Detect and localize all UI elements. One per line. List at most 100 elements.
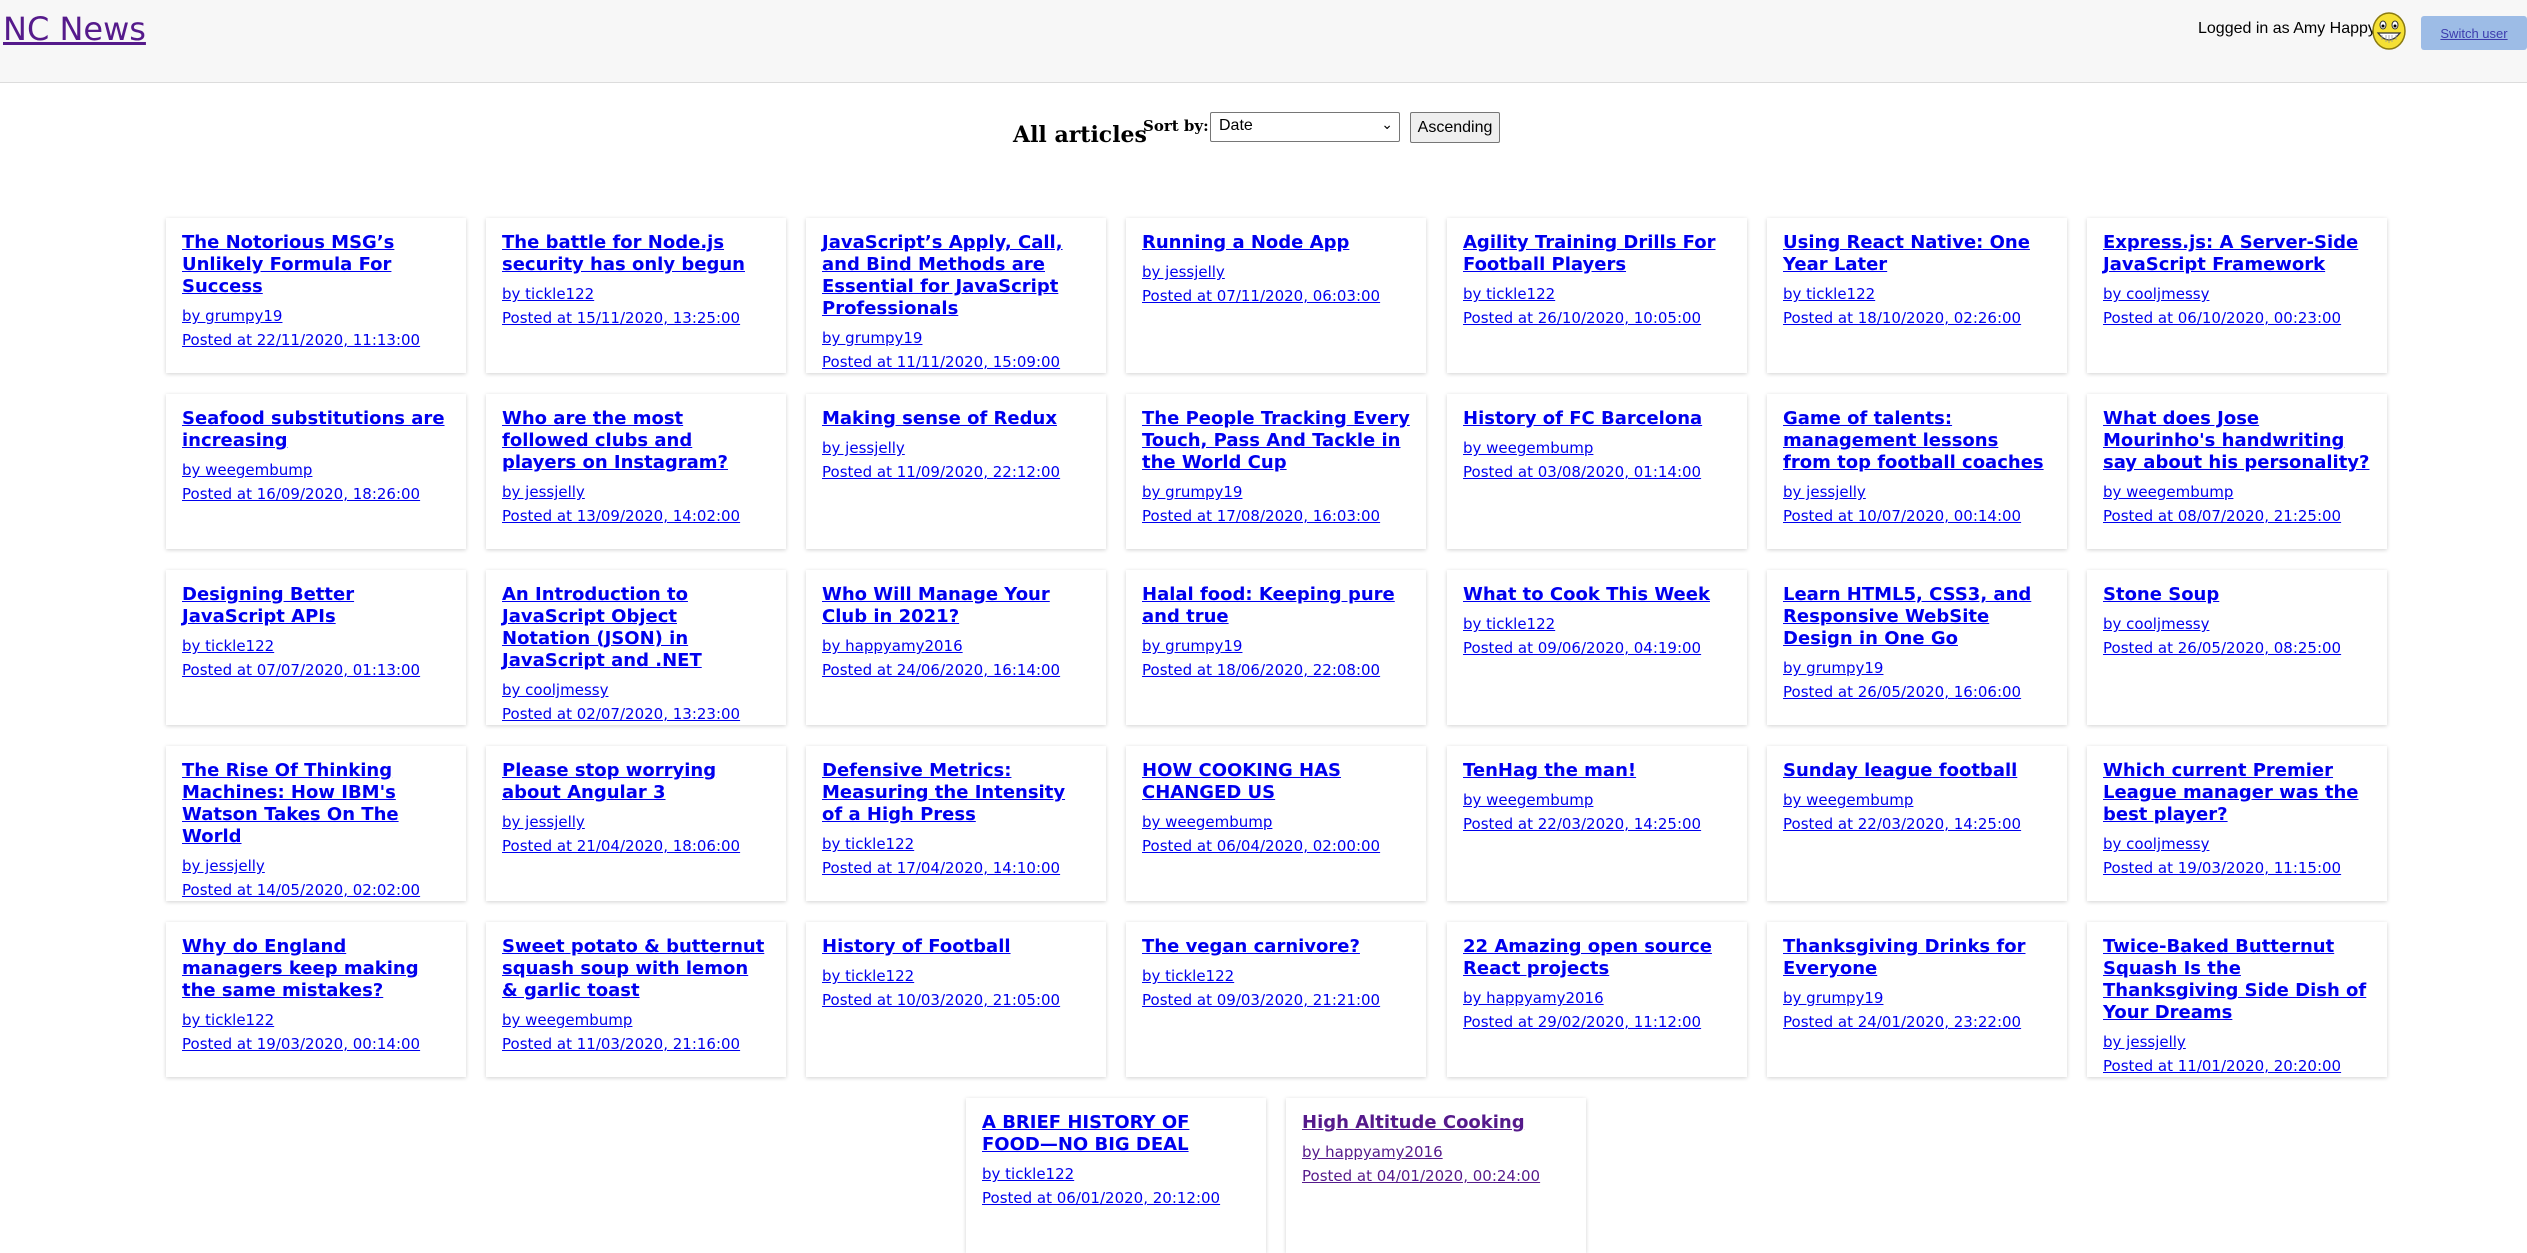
article-title-link[interactable]: TenHag the man! xyxy=(1463,760,1731,782)
article-title-link[interactable]: A BRIEF HISTORY OF FOOD—NO BIG DEAL xyxy=(982,1112,1250,1156)
article-author-link[interactable]: by happyamy2016 xyxy=(1302,1140,1570,1164)
site-title-link[interactable]: NC News xyxy=(3,10,146,48)
article-author-link[interactable]: by weegembump xyxy=(1463,436,1731,460)
article-title-link[interactable]: What to Cook This Week xyxy=(1463,584,1731,606)
article-title-link[interactable]: Game of talents: management lessons from… xyxy=(1783,408,2051,474)
article-date-link[interactable]: Posted at 07/07/2020, 01:13:00 xyxy=(182,658,450,682)
article-title-link[interactable]: Using React Native: One Year Later xyxy=(1783,232,2051,276)
article-author-link[interactable]: by tickle122 xyxy=(822,964,1090,988)
article-author-link[interactable]: by grumpy19 xyxy=(1142,480,1410,504)
article-author-link[interactable]: by grumpy19 xyxy=(1783,986,2051,1010)
article-author-link[interactable]: by jessjelly xyxy=(182,854,450,878)
article-date-link[interactable]: Posted at 26/05/2020, 08:25:00 xyxy=(2103,636,2371,660)
article-card[interactable]: Thanksgiving Drinks for Everyone by grump… xyxy=(1767,922,2067,1077)
switch-user-button[interactable]: Switch user xyxy=(2421,16,2527,50)
article-date-link[interactable]: Posted at 11/03/2020, 21:16:00 xyxy=(502,1032,770,1056)
article-date-link[interactable]: Posted at 19/03/2020, 11:15:00 xyxy=(2103,856,2371,880)
article-title-link[interactable]: Running a Node App xyxy=(1142,232,1410,254)
article-author-link[interactable]: by tickle122 xyxy=(1783,282,2051,306)
article-date-link[interactable]: Posted at 22/03/2020, 14:25:00 xyxy=(1463,812,1731,836)
article-author-link[interactable]: by grumpy19 xyxy=(822,326,1090,350)
article-author-link[interactable]: by weegembump xyxy=(1142,810,1410,834)
article-author-link[interactable]: by jessjelly xyxy=(2103,1030,2371,1054)
article-title-link[interactable]: Why do England managers keep making the … xyxy=(182,936,450,1002)
article-card[interactable]: An Introduction to JavaScript Object Not… xyxy=(486,570,786,725)
article-author-link[interactable]: by grumpy19 xyxy=(1142,634,1410,658)
article-title-link[interactable]: Who Will Manage Your Club in 2021? xyxy=(822,584,1090,628)
article-author-link[interactable]: by tickle122 xyxy=(502,282,770,306)
article-title-link[interactable]: Sweet potato & butternut squash soup wit… xyxy=(502,936,770,1002)
article-author-link[interactable]: by cooljmessy xyxy=(2103,612,2371,636)
article-date-link[interactable]: Posted at 22/03/2020, 14:25:00 xyxy=(1783,812,2051,836)
article-title-link[interactable]: What does Jose Mourinho's handwriting sa… xyxy=(2103,408,2371,474)
article-title-link[interactable]: High Altitude Cooking xyxy=(1302,1112,1570,1134)
article-card[interactable]: Running a Node App by jessjelly Posted at … xyxy=(1126,218,1426,373)
article-title-link[interactable]: Thanksgiving Drinks for Everyone xyxy=(1783,936,2051,980)
article-title-link[interactable]: An Introduction to JavaScript Object Not… xyxy=(502,584,770,672)
article-card[interactable]: Learn HTML5, CSS3, and Responsive WebSit… xyxy=(1767,570,2067,725)
article-date-link[interactable]: Posted at 09/06/2020, 04:19:00 xyxy=(1463,636,1731,660)
article-title-link[interactable]: Please stop worrying about Angular 3 xyxy=(502,760,770,804)
article-card[interactable]: Designing Better JavaScript APIs by tickl… xyxy=(166,570,466,725)
article-date-link[interactable]: Posted at 06/04/2020, 02:00:00 xyxy=(1142,834,1410,858)
article-date-link[interactable]: Posted at 03/08/2020, 01:14:00 xyxy=(1463,460,1731,484)
article-author-link[interactable]: by happyamy2016 xyxy=(1463,986,1731,1010)
article-card[interactable]: HOW COOKING HAS CHANGED US by weegembump P… xyxy=(1126,746,1426,901)
article-date-link[interactable]: Posted at 02/07/2020, 13:23:00 xyxy=(502,702,770,726)
article-title-link[interactable]: Designing Better JavaScript APIs xyxy=(182,584,450,628)
article-author-link[interactable]: by jessjelly xyxy=(1783,480,2051,504)
article-card[interactable]: The Notorious MSG’s Unlikely Formula For… xyxy=(166,218,466,373)
article-card[interactable]: What to Cook This Week by tickle122 Posted… xyxy=(1447,570,1747,725)
sort-select[interactable]: Date ⌄ xyxy=(1210,112,1400,142)
article-author-link[interactable]: by tickle122 xyxy=(822,832,1090,856)
article-date-link[interactable]: Posted at 16/09/2020, 18:26:00 xyxy=(182,482,450,506)
article-date-link[interactable]: Posted at 10/03/2020, 21:05:00 xyxy=(822,988,1090,1012)
article-card[interactable]: Halal food: Keeping pure and true by grum… xyxy=(1126,570,1426,725)
article-card[interactable]: The vegan carnivore? by tickle122 Posted a… xyxy=(1126,922,1426,1077)
article-date-link[interactable]: Posted at 07/11/2020, 06:03:00 xyxy=(1142,284,1410,308)
article-author-link[interactable]: by tickle122 xyxy=(1142,964,1410,988)
article-author-link[interactable]: by happyamy2016 xyxy=(822,634,1090,658)
article-date-link[interactable]: Posted at 22/11/2020, 11:13:00 xyxy=(182,328,450,352)
article-title-link[interactable]: The Notorious MSG’s Unlikely Formula For… xyxy=(182,232,450,298)
article-date-link[interactable]: Posted at 24/06/2020, 16:14:00 xyxy=(822,658,1090,682)
article-card[interactable]: A BRIEF HISTORY OF FOOD—NO BIG DEAL by ti… xyxy=(966,1098,1266,1253)
article-card[interactable]: What does Jose Mourinho's handwriting sa… xyxy=(2087,394,2387,549)
article-card[interactable]: 22 Amazing open source React projects by … xyxy=(1447,922,1747,1077)
article-date-link[interactable]: Posted at 24/01/2020, 23:22:00 xyxy=(1783,1010,2051,1034)
article-card[interactable]: JavaScript’s Apply, Call, and Bind Metho… xyxy=(806,218,1106,373)
article-card[interactable]: Sweet potato & butternut squash soup wit… xyxy=(486,922,786,1077)
article-author-link[interactable]: by cooljmessy xyxy=(2103,282,2371,306)
article-date-link[interactable]: Posted at 11/09/2020, 22:12:00 xyxy=(822,460,1090,484)
article-author-link[interactable]: by tickle122 xyxy=(1463,282,1731,306)
article-author-link[interactable]: by weegembump xyxy=(1463,788,1731,812)
article-card[interactable]: High Altitude Cooking by happyamy2016 Post… xyxy=(1286,1098,1586,1253)
article-card[interactable]: Which current Premier League manager was… xyxy=(2087,746,2387,901)
article-author-link[interactable]: by cooljmessy xyxy=(502,678,770,702)
article-title-link[interactable]: Halal food: Keeping pure and true xyxy=(1142,584,1410,628)
article-date-link[interactable]: Posted at 18/10/2020, 02:26:00 xyxy=(1783,306,2051,330)
article-card[interactable]: Sunday league football by weegembump Poste… xyxy=(1767,746,2067,901)
article-author-link[interactable]: by jessjelly xyxy=(502,810,770,834)
sort-order-button[interactable]: Ascending xyxy=(1410,112,1500,143)
article-title-link[interactable]: HOW COOKING HAS CHANGED US xyxy=(1142,760,1410,804)
article-date-link[interactable]: Posted at 08/07/2020, 21:25:00 xyxy=(2103,504,2371,528)
article-author-link[interactable]: by tickle122 xyxy=(1463,612,1731,636)
article-author-link[interactable]: by jessjelly xyxy=(502,480,770,504)
article-card[interactable]: The battle for Node.js security has only… xyxy=(486,218,786,373)
article-date-link[interactable]: Posted at 29/02/2020, 11:12:00 xyxy=(1463,1010,1731,1034)
article-card[interactable]: Twice-Baked Butternut Squash Is the Than… xyxy=(2087,922,2387,1077)
article-author-link[interactable]: by weegembump xyxy=(1783,788,2051,812)
article-author-link[interactable]: by weegembump xyxy=(502,1008,770,1032)
article-title-link[interactable]: History of FC Barcelona xyxy=(1463,408,1731,430)
article-author-link[interactable]: by weegembump xyxy=(2103,480,2371,504)
article-title-link[interactable]: The People Tracking Every Touch, Pass An… xyxy=(1142,408,1410,474)
article-card[interactable]: Making sense of Redux by jessjelly Posted … xyxy=(806,394,1106,549)
article-date-link[interactable]: Posted at 26/05/2020, 16:06:00 xyxy=(1783,680,2051,704)
article-date-link[interactable]: Posted at 15/11/2020, 13:25:00 xyxy=(502,306,770,330)
article-title-link[interactable]: Stone Soup xyxy=(2103,584,2371,606)
article-title-link[interactable]: Express.js: A Server-Side JavaScript Fra… xyxy=(2103,232,2371,276)
article-card[interactable]: The Rise Of Thinking Machines: How IBM's… xyxy=(166,746,466,901)
article-card[interactable]: Who Will Manage Your Club in 2021? by hap… xyxy=(806,570,1106,725)
article-card[interactable]: History of FC Barcelona by weegembump Post… xyxy=(1447,394,1747,549)
